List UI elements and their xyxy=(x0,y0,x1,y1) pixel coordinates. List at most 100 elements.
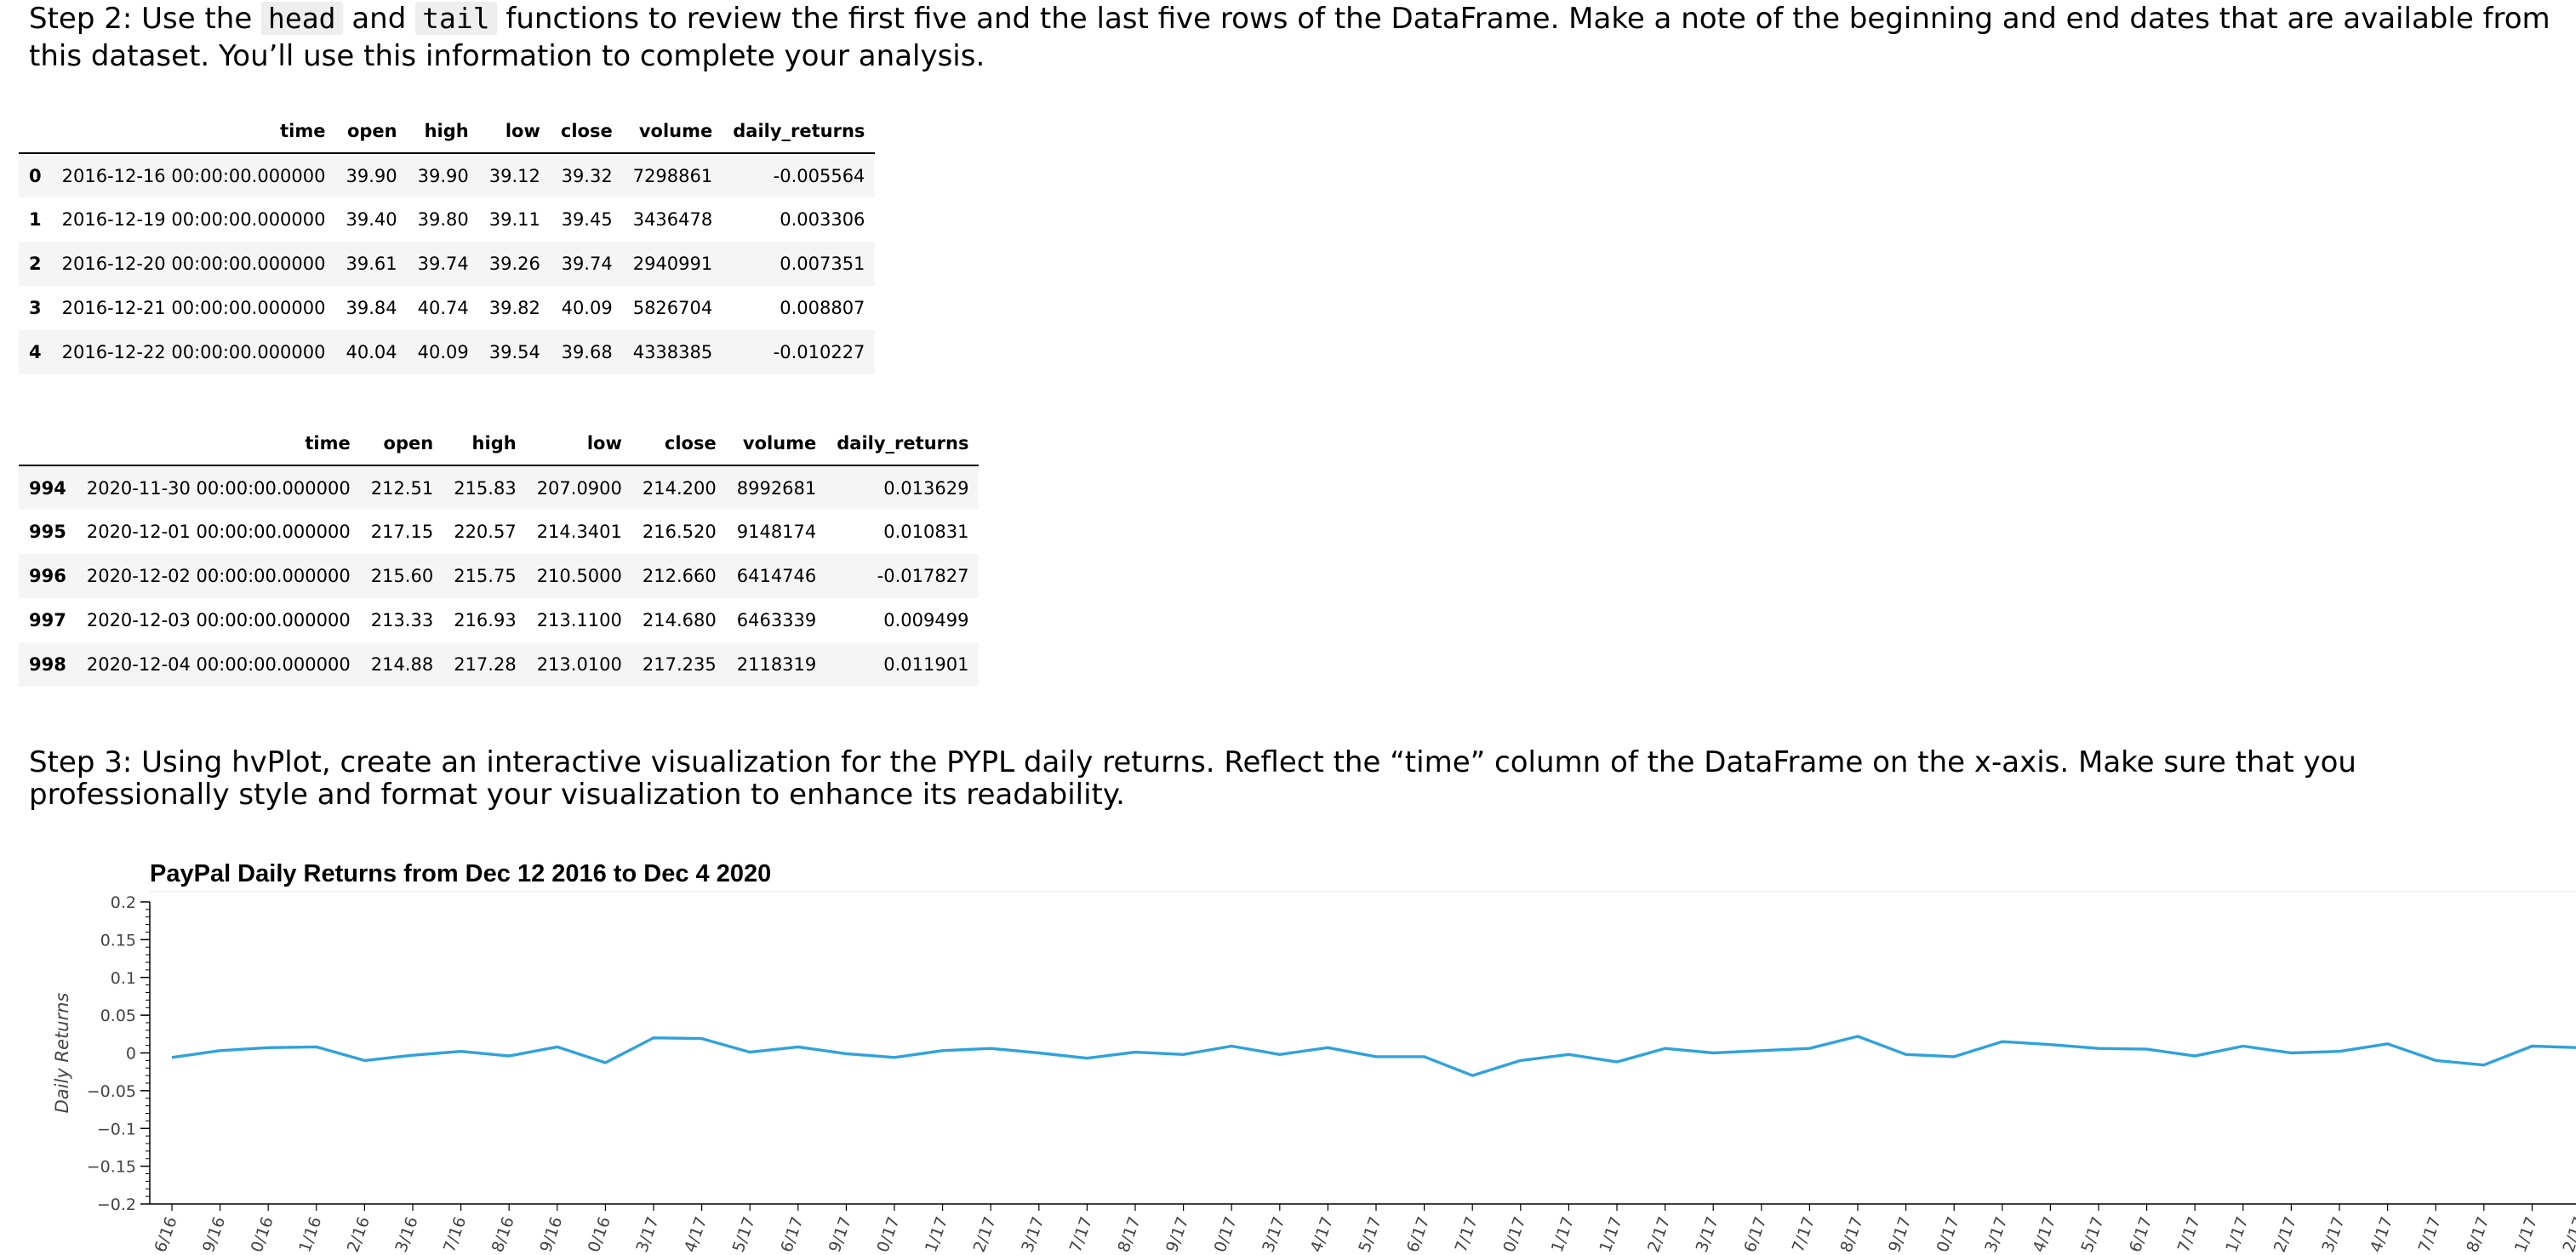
cell-time: 2016-12-21 00:00:00.000000 xyxy=(61,298,326,318)
y-tick-label: −0.05 xyxy=(87,1082,136,1101)
table-row: 997 2020-12-03 00:00:00.000000 213.33 216.9… xyxy=(19,598,979,642)
cell-time: 2020-12-04 00:00:00.000000 xyxy=(86,654,351,675)
cell-open: 214.88 xyxy=(370,654,434,675)
cell-volume: 3436478 xyxy=(632,209,713,230)
cell-open: 39.40 xyxy=(346,209,397,230)
cell-low: 39.54 xyxy=(488,342,540,362)
cell-high: 220.57 xyxy=(454,522,517,542)
x-tick-label: 2/16 xyxy=(344,1214,374,1255)
x-tick-label: 0/17 xyxy=(1933,1214,1963,1255)
x-tick-label: 3/17 xyxy=(1693,1214,1722,1255)
x-tick-label: 8/16 xyxy=(488,1214,518,1255)
cell-high: 39.80 xyxy=(417,209,469,230)
x-tick-label: 5/17 xyxy=(1355,1214,1385,1255)
cell-open: 40.04 xyxy=(346,342,397,362)
x-tick-label: 0/17 xyxy=(1499,1214,1529,1255)
cell-low: 213.1100 xyxy=(536,610,622,630)
x-tick-label: 3/17 xyxy=(1018,1214,1048,1255)
x-tick-label: 9/17 xyxy=(825,1214,855,1255)
code-head: head xyxy=(261,2,343,35)
daily-returns-chart[interactable]: PayPal Daily Returns from Dec 12 2016 to… xyxy=(0,842,2576,1255)
x-tick-label: 6/17 xyxy=(777,1214,807,1255)
cell-volume: 2940991 xyxy=(632,254,713,274)
index-header xyxy=(19,109,52,154)
row-index: 1 xyxy=(29,209,42,230)
cell-close: 39.32 xyxy=(561,165,613,186)
x-tick-label: 3/16 xyxy=(391,1214,421,1255)
table-row: 3 2016-12-21 00:00:00.000000 39.84 40.74 39.… xyxy=(19,286,875,330)
x-tick-label: 1/17 xyxy=(922,1214,951,1255)
cell-daily-returns: -0.010227 xyxy=(773,342,865,362)
y-axis-label: Daily Returns xyxy=(52,993,72,1114)
x-tick-label: 7/17 xyxy=(1066,1214,1096,1255)
cell-daily-returns: 0.010831 xyxy=(883,522,969,542)
table-row: 1 2016-12-19 00:00:00.000000 39.40 39.80 39.… xyxy=(19,197,875,242)
x-tick-label: 6/16 xyxy=(151,1214,180,1255)
y-tick-label: 0.2 xyxy=(111,893,136,912)
step2-text-prefix: Step 2: Use the xyxy=(29,2,262,36)
y-tick-label: −0.15 xyxy=(87,1158,136,1177)
cell-volume: 2118319 xyxy=(736,654,817,675)
x-tick-label: 9/17 xyxy=(1885,1214,1915,1255)
daily-returns-line xyxy=(171,1035,2576,1077)
y-tick-label: 0.05 xyxy=(100,1007,136,1025)
column-header-open: open xyxy=(360,421,444,466)
table-row: 4 2016-12-22 00:00:00.000000 40.04 40.09 39.… xyxy=(19,330,876,374)
cell-low: 207.0900 xyxy=(536,477,622,499)
x-tick-label: 2/17 xyxy=(2559,1214,2576,1255)
x-tick-label: 6/17 xyxy=(1740,1214,1770,1255)
cell-close: 39.45 xyxy=(561,209,613,230)
cell-daily-returns: -0.017827 xyxy=(877,566,969,586)
row-index: 4 xyxy=(29,342,42,362)
cell-low: 210.5000 xyxy=(536,566,622,586)
x-tick-label: 0/16 xyxy=(248,1214,277,1255)
x-tick-label: 0/16 xyxy=(585,1214,614,1255)
x-tick-label: 3/17 xyxy=(1981,1214,2011,1255)
step2-instructions: Step 2: Use the head and tail functions … xyxy=(29,0,2565,75)
cell-time: 2020-11-30 00:00:00.000000 xyxy=(86,477,351,499)
x-tick-label: 7/17 xyxy=(1452,1214,1482,1255)
cell-low: 39.26 xyxy=(488,254,540,274)
cell-daily-returns: 0.009499 xyxy=(883,610,969,630)
cell-volume: 8992681 xyxy=(736,477,817,499)
cell-daily-returns: 0.011901 xyxy=(883,654,969,675)
row-index: 2 xyxy=(29,254,42,274)
table-row: 996 2020-12-02 00:00:00.000000 215.60 215.7… xyxy=(19,554,980,598)
cell-daily-returns: 0.007351 xyxy=(780,254,865,274)
column-header-high: high xyxy=(407,109,479,154)
x-tick-label: 0/17 xyxy=(873,1214,903,1255)
x-tick-label: 5/17 xyxy=(729,1214,759,1255)
cell-close: 217.235 xyxy=(642,654,717,675)
cell-volume: 5826704 xyxy=(632,298,713,318)
cell-high: 215.75 xyxy=(454,566,517,586)
index-header xyxy=(19,421,77,466)
y-tick-label: 0.1 xyxy=(111,969,136,988)
cell-open: 39.84 xyxy=(346,298,397,318)
x-tick-label: 4/17 xyxy=(681,1214,711,1255)
cell-time: 2020-12-03 00:00:00.000000 xyxy=(86,610,351,630)
x-tick-label: 3/17 xyxy=(1259,1214,1288,1255)
x-tick-label: 2/17 xyxy=(970,1214,1000,1255)
x-tick-label: 9/16 xyxy=(199,1214,229,1255)
x-tick-label: 2/17 xyxy=(1644,1214,1674,1255)
column-header-time: time xyxy=(76,421,361,466)
row-index: 994 xyxy=(29,477,66,499)
cell-high: 217.28 xyxy=(454,654,517,675)
cell-time: 2020-12-01 00:00:00.000000 xyxy=(86,522,351,542)
column-header-time: time xyxy=(51,109,336,154)
column-header-close: close xyxy=(631,421,727,466)
x-tick-label: 7/17 xyxy=(1789,1214,1819,1255)
column-header-daily-returns: daily_returns xyxy=(723,109,876,154)
x-tick-label: 8/17 xyxy=(1114,1214,1144,1255)
cell-high: 216.93 xyxy=(454,610,517,630)
step3-instructions: Step 3: Using hvPlot, create an interact… xyxy=(29,746,2565,811)
cell-daily-returns: 0.003306 xyxy=(780,209,865,230)
x-tick-label: 3/17 xyxy=(2318,1214,2348,1255)
cell-volume: 4338385 xyxy=(632,342,713,362)
cell-low: 213.0100 xyxy=(536,654,622,675)
cell-volume: 6463339 xyxy=(736,610,817,630)
cell-high: 39.90 xyxy=(417,165,469,186)
cell-time: 2016-12-16 00:00:00.000000 xyxy=(61,165,326,186)
cell-low: 39.11 xyxy=(488,209,540,230)
table-header-row: time open high low close volume daily_returns xyxy=(19,421,980,466)
